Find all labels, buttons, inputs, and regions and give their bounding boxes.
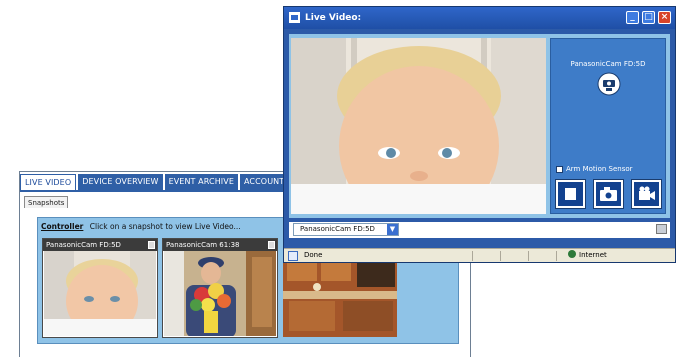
tab-event-archive[interactable]: EVENT ARCHIVE <box>164 174 238 190</box>
tab-live-video[interactable]: LIVE VIDEO <box>20 174 77 190</box>
main-tab-bar: LIVE VIDEO DEVICE OVERVIEW EVENT ARCHIVE… <box>20 174 320 190</box>
camera-control-panel: PanasonicCam FD:5D Arm Motion Sensor <box>550 38 666 214</box>
record-video-button[interactable] <box>631 179 662 209</box>
zone-text: Internet <box>579 251 607 259</box>
snapshot-tile-1[interactable]: PanasonicCam FD:5D <box>42 238 158 338</box>
stop-icon <box>558 182 583 206</box>
status-divider <box>472 251 473 261</box>
status-divider <box>556 251 557 261</box>
arm-motion-checkbox[interactable] <box>556 165 563 173</box>
live-video-feed <box>291 38 546 214</box>
snapshot-camera-icon <box>596 182 621 206</box>
mini-window-icon[interactable] <box>148 241 155 249</box>
tab-account[interactable]: ACCOUNT <box>240 174 289 190</box>
snapshot-image-delivery <box>164 251 276 336</box>
page-icon <box>288 251 298 261</box>
instruction-text: Click on a snapshot to view Live Video..… <box>89 222 241 231</box>
status-divider <box>500 251 501 261</box>
tab-device-overview[interactable]: DEVICE OVERVIEW <box>78 174 163 190</box>
camera-selector-row: PanasonicCam FD:5D ▼ <box>289 222 670 238</box>
close-button[interactable]: × <box>658 11 671 24</box>
arm-motion-label: Arm Motion Sensor <box>566 165 633 173</box>
snapshot-button[interactable] <box>593 179 624 209</box>
snapshot-title: PanasonicCam FD:5D <box>46 241 121 249</box>
snapshot-title-bar: PanasonicCam FD:5D <box>43 239 157 251</box>
stop-button[interactable] <box>555 179 586 209</box>
live-video-window: Live Video: _ □ × PanasonicCam FD:5D Arm… <box>283 6 676 263</box>
globe-icon <box>568 250 576 258</box>
video-record-icon <box>634 182 659 206</box>
live-video-body: PanasonicCam FD:5D Arm Motion Sensor <box>289 34 670 218</box>
snapshot-title: PanasonicCam 61:38 <box>166 241 240 249</box>
browser-status-bar: Done Internet <box>284 248 675 262</box>
minimize-button[interactable]: _ <box>626 11 639 24</box>
snapshot-tile-2[interactable]: PanasonicCam 61:38 <box>162 238 278 338</box>
arm-motion-sensor[interactable]: Arm Motion Sensor <box>556 165 633 173</box>
snapshot-image-baby <box>44 251 156 336</box>
status-divider <box>528 251 529 261</box>
security-zone: Internet <box>568 249 607 262</box>
camera-select-value: PanasonicCam FD:5D <box>300 225 375 233</box>
snapshot-save-icon[interactable] <box>656 224 667 234</box>
camera-select[interactable]: PanasonicCam FD:5D ▼ <box>293 223 399 236</box>
pan-tilt-camera-icon[interactable] <box>597 72 621 96</box>
window-app-icon <box>289 12 300 23</box>
mini-window-icon[interactable] <box>268 241 275 249</box>
controller-link[interactable]: Controller <box>41 222 83 231</box>
chevron-down-icon[interactable]: ▼ <box>387 224 398 235</box>
controller-bar: Controller Click on a snapshot to view L… <box>41 221 241 233</box>
window-title: Live Video: <box>305 13 362 23</box>
status-text: Done <box>304 251 323 259</box>
screenshot-stage: LIVE VIDEO DEVICE OVERVIEW EVENT ARCHIVE… <box>0 0 686 357</box>
maximize-button[interactable]: □ <box>642 11 655 24</box>
camera-name: PanasonicCam FD:5D <box>570 60 646 68</box>
tab-snapshots[interactable]: Snapshots <box>24 196 69 208</box>
window-title-bar[interactable]: Live Video: _ □ × <box>284 7 675 29</box>
snapshot-title-bar: PanasonicCam 61:38 <box>163 239 277 251</box>
